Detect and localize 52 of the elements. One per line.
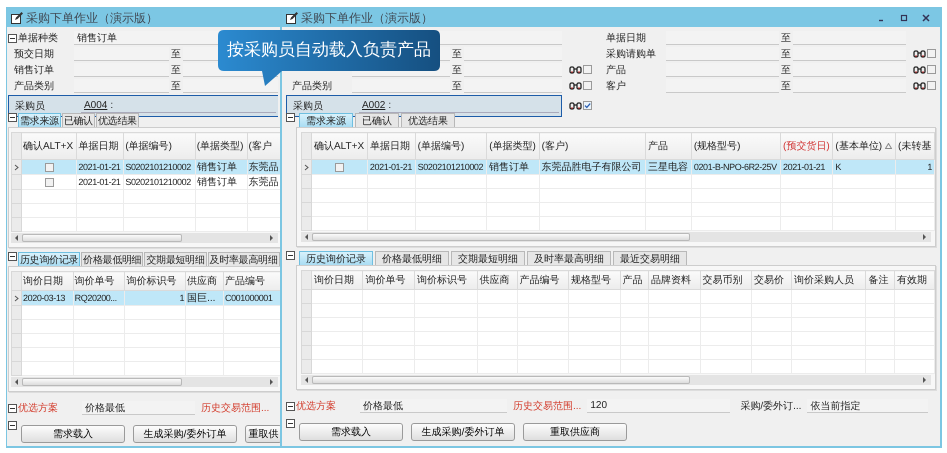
table-cell: 销售订单	[196, 162, 237, 173]
table-cell: 2020-03-13	[23, 292, 66, 302]
table-cell: 国巨...	[187, 293, 216, 304]
table-cell: S0202101210002	[125, 162, 191, 172]
table-cell: 2021-01-21	[370, 162, 412, 172]
table-cell: 2021-01-21	[78, 162, 120, 172]
field-label: 产品类别	[292, 80, 332, 93]
field-label: 产品	[606, 64, 626, 77]
field-label: 单据日期	[606, 32, 646, 45]
to-label: 至	[780, 64, 792, 77]
to-label: 至	[780, 32, 792, 45]
field-label: 预交日期	[14, 48, 54, 61]
to-label: 至	[451, 48, 463, 61]
table-cell: 2021-01-21	[78, 176, 120, 186]
table-cell: 销售订单	[196, 177, 237, 188]
window-title: 采购下单作业（演示版）	[301, 10, 433, 26]
table-cell: 三星电容	[648, 162, 688, 173]
to-label: 至	[451, 64, 463, 77]
field-label: 客户	[606, 80, 626, 93]
separator-text: :	[110, 100, 114, 111]
field-label: 销售订单	[14, 64, 54, 77]
history-range-label: 历史交易范围...	[513, 400, 582, 413]
table-cell: 东莞品	[248, 162, 279, 173]
to-label: 至	[780, 80, 792, 93]
table-cell: 东莞品胜电子有限公司	[542, 162, 642, 173]
table-cell: 2021-01-21	[782, 162, 826, 172]
field-label: 产品类别	[14, 80, 54, 93]
separator-text: :	[388, 100, 392, 111]
table-cell: S0202101210002	[418, 162, 484, 172]
to-label: 至	[780, 48, 792, 61]
table-cell: S0202101210002	[125, 176, 191, 186]
field-label: 采购员	[293, 100, 324, 113]
table-cell: RQ20200...	[74, 292, 117, 302]
history-range-label: 历史交易范围...	[201, 402, 270, 415]
to-label: 至	[451, 80, 463, 93]
field-label: 单据种类	[18, 32, 58, 45]
table-cell: 销售订单	[489, 162, 530, 173]
table-cell: K	[835, 162, 842, 172]
field-label: 采购员	[15, 100, 46, 113]
to-label: 至	[170, 64, 182, 77]
to-label: 至	[170, 48, 182, 61]
window-title: 采购下单作业（演示版）	[26, 10, 158, 26]
order-type-label: 采购/委外订...	[740, 400, 802, 413]
field-label: 采购请购单	[606, 48, 656, 61]
to-label: 至	[170, 80, 182, 93]
table-cell: 1	[927, 162, 932, 172]
table-cell: 东莞品	[248, 177, 279, 188]
preference-label: 优选方案	[296, 400, 337, 413]
preference-label: 优选方案	[18, 402, 59, 415]
table-cell: 0201-B-NPO-6R2-25V	[694, 162, 777, 172]
table-cell: 1	[180, 292, 184, 302]
table-cell: C001000001	[224, 292, 273, 302]
